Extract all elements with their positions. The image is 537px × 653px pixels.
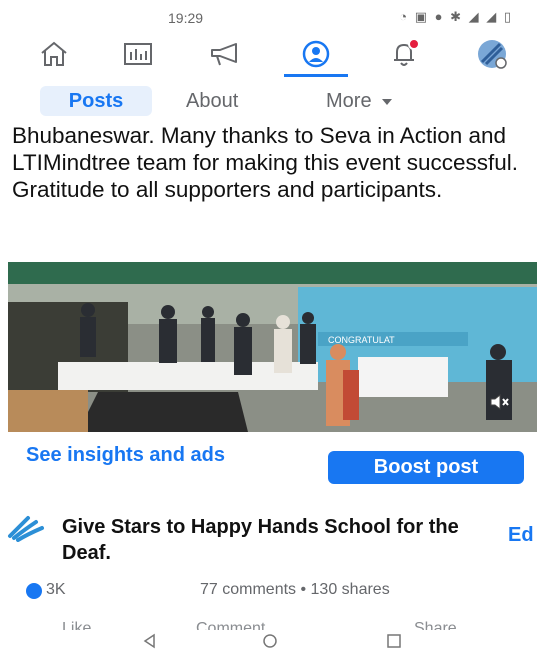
post-actions: Like Comment Share (0, 610, 537, 632)
notifications-icon[interactable] (378, 36, 430, 72)
top-navigation (0, 34, 537, 77)
banner-text: CONGRATULAT (328, 335, 395, 345)
engagement-counts[interactable]: 77 comments • 130 shares (200, 581, 390, 599)
fundraiser-title: Give Stars to Happy Hands School for the… (62, 516, 459, 564)
menu-avatar-icon[interactable] (466, 36, 518, 72)
chevron-down-icon (381, 98, 392, 105)
reaction-summary[interactable]: 3K 77 comments • 130 shares (0, 580, 537, 602)
profile-icon[interactable] (290, 36, 342, 72)
back-icon[interactable] (142, 633, 158, 653)
reaction-count: 3K (46, 581, 66, 598)
active-tab-indicator (284, 74, 348, 77)
notification-badge (408, 38, 420, 50)
status-bar: 19:29 ◔ ▣ ● ✱ ◢ ◢ ▯ (0, 0, 537, 36)
like-reaction-icon (26, 583, 42, 599)
shared-fundraiser[interactable]: Give Stars to Happy Hands School for the… (0, 512, 537, 572)
event-photo-illustration: CONGRATULAT (8, 262, 537, 432)
recents-icon[interactable] (386, 633, 402, 653)
tab-more[interactable]: More (326, 86, 392, 116)
tab-about[interactable]: About (186, 86, 238, 116)
boost-post-button[interactable]: Boost post (328, 451, 524, 484)
see-insights-link[interactable]: See insights and ads (26, 444, 296, 467)
pages-icon[interactable] (112, 36, 164, 72)
tab-more-label: More (326, 90, 372, 112)
edit-button[interactable]: Ed (508, 524, 534, 547)
post-text: Bhubaneswar. Many thanks to Seva in Acti… (12, 123, 519, 202)
post-photo[interactable]: CONGRATULAT (8, 262, 537, 432)
status-icons: ◔ ▣ ● ✱ ◢ ◢ ▯ (399, 9, 513, 24)
speaker-muted-icon[interactable] (489, 393, 511, 416)
hands-icon (6, 514, 46, 547)
tab-posts[interactable]: Posts (40, 86, 152, 116)
home-icon[interactable] (28, 36, 80, 72)
system-navigation (0, 630, 537, 653)
megaphone-icon[interactable] (200, 36, 252, 72)
status-time: 19:29 (168, 10, 204, 26)
home-circle-icon[interactable] (262, 633, 278, 653)
profile-tabs: Posts About More (0, 82, 537, 118)
